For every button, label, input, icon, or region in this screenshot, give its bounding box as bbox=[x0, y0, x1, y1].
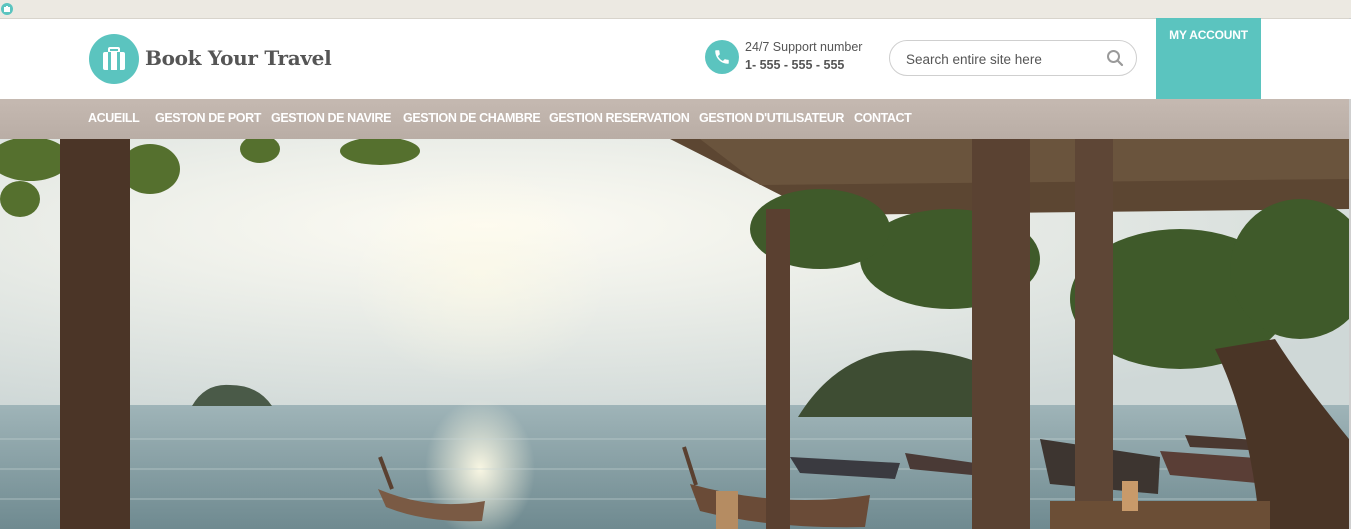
nav-item-reservation[interactable]: GESTION RESERVATION bbox=[549, 111, 690, 125]
nav-item-navire[interactable]: GESTION DE NAVIRE bbox=[271, 111, 391, 125]
phone-icon bbox=[705, 40, 739, 74]
search-box bbox=[889, 40, 1137, 76]
nav-item-accueil[interactable]: ACUEILL bbox=[88, 111, 140, 125]
nav-item-chambre[interactable]: GESTION DE CHAMBRE bbox=[403, 111, 541, 125]
hero-banner-image bbox=[0, 139, 1349, 529]
suitcase-icon[interactable] bbox=[89, 34, 139, 84]
my-account-label: MY ACCOUNT bbox=[1169, 28, 1248, 42]
main-nav: ACUEILL GESTON DE PORT GESTION DE NAVIRE… bbox=[0, 99, 1349, 139]
support-label: 24/7 Support number bbox=[745, 40, 863, 54]
search-icon[interactable] bbox=[1106, 49, 1124, 72]
browser-top-strip bbox=[0, 0, 1351, 19]
site-logo-text[interactable]: Book Your Travel bbox=[145, 46, 332, 70]
search-input[interactable] bbox=[904, 49, 1098, 69]
nav-item-contact[interactable]: CONTACT bbox=[854, 111, 912, 125]
nav-item-port[interactable]: GESTON DE PORT bbox=[155, 111, 261, 125]
support-number: 1- 555 - 555 - 555 bbox=[745, 58, 845, 72]
nav-item-utilisateur[interactable]: GESTION D'UTILISATEUR bbox=[699, 111, 844, 125]
site-header: Book Your Travel 24/7 Support number 1- … bbox=[0, 19, 1351, 99]
suitcase-favicon-icon bbox=[1, 3, 13, 15]
